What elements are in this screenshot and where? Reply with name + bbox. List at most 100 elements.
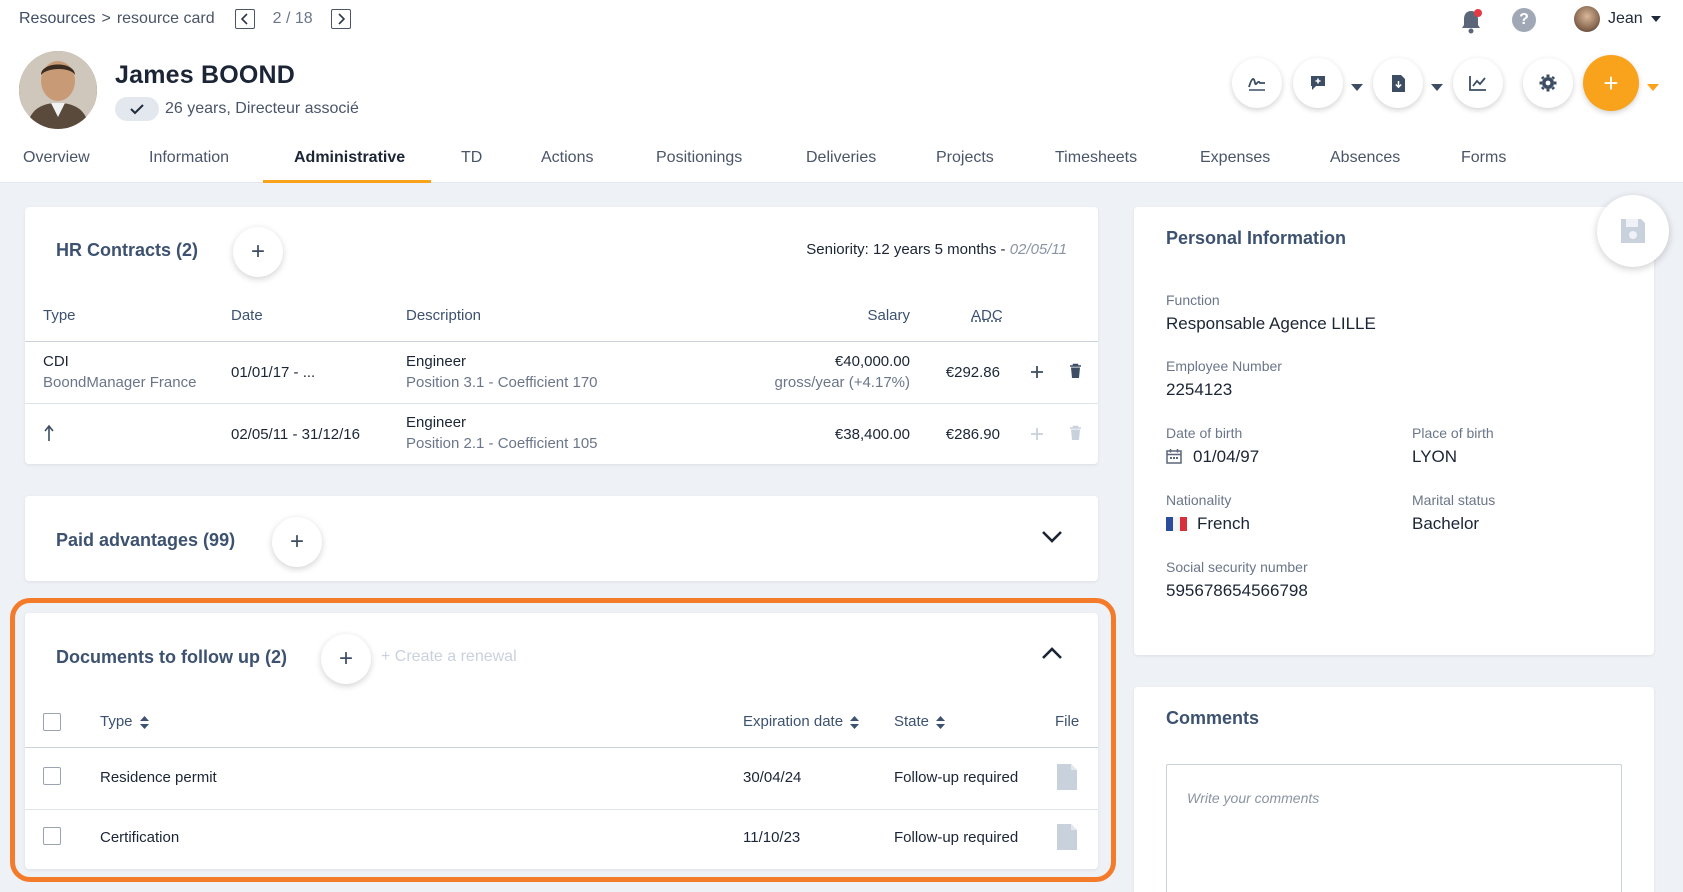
- trash-icon[interactable]: [1069, 363, 1082, 379]
- record-count: 2 / 18: [272, 10, 313, 27]
- tab-forms[interactable]: Forms: [1461, 149, 1506, 167]
- contract-salary: €40,000.00: [834, 353, 910, 370]
- add-amendment-icon: [1031, 428, 1043, 440]
- add-amendment-icon[interactable]: [1030, 365, 1044, 379]
- document-expiration: 30/04/24: [743, 769, 802, 786]
- create-renewal-link[interactable]: + Create a renewal: [381, 648, 517, 666]
- hr-contracts-card: HR Contracts (2) + Seniority: 12 years 5…: [25, 207, 1098, 464]
- gear-icon: [1539, 74, 1557, 92]
- notifications-button[interactable]: [1459, 8, 1483, 34]
- calendar-icon: [1166, 449, 1182, 464]
- document-state: Follow-up required: [894, 769, 1019, 786]
- tab-overview[interactable]: Overview: [23, 149, 90, 167]
- tab-absences[interactable]: Absences: [1330, 149, 1400, 167]
- signature-button[interactable]: [1232, 58, 1282, 108]
- comments-placeholder: Write your comments: [1187, 790, 1320, 806]
- employee-number-value: 2254123: [1166, 380, 1233, 399]
- floppy-disk-icon: [1621, 219, 1645, 243]
- document-button[interactable]: [1373, 58, 1423, 108]
- comments-title: Comments: [1166, 708, 1260, 728]
- tab-information[interactable]: Information: [149, 149, 229, 167]
- record-pager: 2 / 18: [234, 9, 351, 29]
- chevron-down-icon: [1650, 16, 1661, 22]
- col-header-type-label: Type: [100, 713, 133, 730]
- personal-information-card: Personal Information Function Responsabl…: [1134, 207, 1654, 655]
- comment-button[interactable]: [1293, 58, 1343, 108]
- previous-record-button[interactable]: [234, 9, 255, 29]
- plus-icon: +: [1603, 67, 1619, 98]
- hr-contracts-title: HR Contracts (2): [56, 240, 199, 260]
- next-record-button[interactable]: [330, 9, 351, 29]
- contract-salary-detail: gross/year (+4.17%): [774, 374, 910, 391]
- help-button[interactable]: ?: [1512, 8, 1536, 32]
- ssn-value: 595678654566798: [1166, 581, 1308, 600]
- nationality-value: French: [1197, 514, 1250, 533]
- document-type: Residence permit: [100, 769, 217, 786]
- row-checkbox[interactable]: [43, 827, 61, 845]
- marital-status-value: Bachelor: [1412, 514, 1480, 533]
- tab-administrative[interactable]: Administrative: [294, 149, 405, 167]
- paid-advantages-title: Paid advantages (99): [56, 530, 236, 550]
- add-contract-button[interactable]: +: [233, 227, 283, 277]
- document-menu-chevron-icon[interactable]: [1431, 84, 1443, 91]
- document-state: Follow-up required: [894, 829, 1019, 846]
- question-mark-icon: ?: [1519, 11, 1529, 28]
- employee-number-label: Employee Number: [1166, 358, 1282, 374]
- col-header-description: Description: [406, 307, 482, 324]
- contract-date: 01/01/17 - ...: [231, 364, 316, 381]
- chevron-up-icon[interactable]: [1041, 646, 1063, 660]
- add-main-button[interactable]: +: [1583, 55, 1639, 111]
- file-icon[interactable]: [1056, 823, 1078, 851]
- tab-td[interactable]: TD: [461, 149, 482, 167]
- marital-status-label: Marital status: [1412, 492, 1496, 508]
- comment-menu-chevron-icon[interactable]: [1351, 84, 1363, 91]
- trash-icon: [1070, 425, 1081, 440]
- contract-position: Position 2.1 - Coefficient 105: [406, 435, 598, 452]
- function-label: Function: [1166, 292, 1220, 308]
- col-header-expiration[interactable]: Expiration date: [743, 713, 860, 730]
- tab-actions[interactable]: Actions: [541, 149, 593, 167]
- paid-advantages-card: Paid advantages (99) +: [25, 496, 1098, 581]
- breadcrumb-resources-link[interactable]: Resources: [19, 10, 95, 28]
- tab-expenses[interactable]: Expenses: [1200, 149, 1270, 167]
- chevron-down-icon[interactable]: [1041, 530, 1063, 544]
- col-header-salary: Salary: [867, 307, 910, 324]
- col-header-state-label: State: [894, 713, 930, 730]
- documents-card: Documents to follow up (2) + + Create a …: [25, 613, 1098, 869]
- chevron-right-icon: [338, 13, 345, 25]
- header-divider: [25, 747, 1098, 748]
- seniority-text: Seniority: 12 years 5 months -: [806, 241, 1010, 258]
- contract-description: Engineer: [406, 414, 467, 431]
- row-divider: [25, 403, 1098, 404]
- col-header-type[interactable]: Type: [100, 713, 149, 730]
- col-header-state[interactable]: State: [894, 713, 946, 730]
- row-checkbox[interactable]: [43, 767, 61, 785]
- personal-information-title: Personal Information: [1166, 228, 1347, 248]
- active-tab-indicator: [263, 180, 431, 183]
- col-header-file: File: [1055, 713, 1080, 730]
- function-value: Responsable Agence LILLE: [1166, 314, 1376, 333]
- date-of-birth-value: 01/04/97: [1193, 447, 1260, 466]
- user-menu[interactable]: Jean: [1574, 6, 1661, 32]
- place-of-birth-value: LYON: [1412, 447, 1458, 466]
- tab-bar: Overview Information Administrative TD A…: [0, 145, 1683, 183]
- line-chart-icon: [1469, 76, 1486, 91]
- tab-positionings[interactable]: Positionings: [656, 149, 742, 167]
- settings-button[interactable]: [1523, 58, 1573, 108]
- save-button[interactable]: [1597, 195, 1669, 267]
- comments-textarea[interactable]: [1166, 764, 1622, 892]
- breadcrumb-separator: >: [101, 10, 111, 27]
- select-all-checkbox[interactable]: [43, 713, 61, 731]
- add-document-button[interactable]: +: [321, 634, 371, 684]
- stats-button[interactable]: [1453, 58, 1503, 108]
- plus-icon: +: [250, 238, 265, 265]
- file-icon[interactable]: [1056, 763, 1078, 791]
- tab-projects[interactable]: Projects: [936, 149, 994, 167]
- add-menu-chevron-icon[interactable]: [1647, 84, 1659, 91]
- tab-deliveries[interactable]: Deliveries: [806, 149, 876, 167]
- contract-salary: €38,400.00: [834, 426, 910, 443]
- plus-icon: +: [289, 528, 304, 555]
- add-advantage-button[interactable]: +: [272, 517, 322, 567]
- contract-adc: €286.90: [945, 426, 1000, 443]
- tab-timesheets[interactable]: Timesheets: [1055, 149, 1137, 167]
